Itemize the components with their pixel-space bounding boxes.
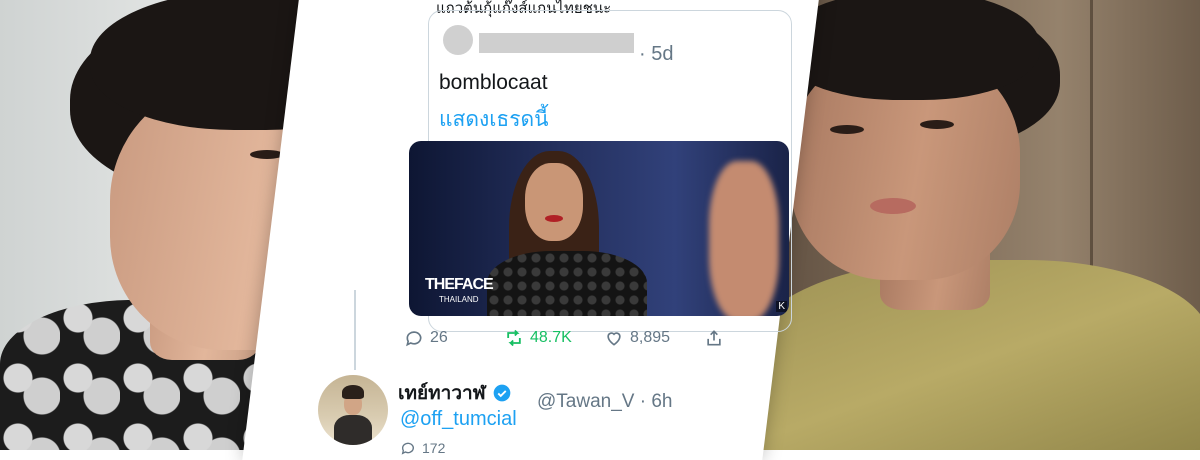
video-person-face (525, 163, 583, 241)
quoted-tweet[interactable]: · 5d bomblocaat แสดงเธรดนี้ THEFACE THAI… (409, 10, 792, 332)
like-button[interactable]: 8,895 (604, 328, 670, 348)
video-person-dress (487, 251, 647, 316)
quoted-timestamp: · 5d (639, 43, 674, 65)
thread-line (354, 290, 356, 370)
video-corner-mark: K (776, 301, 787, 312)
show-thread-link[interactable]: แสดงเธรดนี้ (439, 103, 549, 136)
redacted-username (479, 33, 634, 53)
tweet-content: แถวต้นกุ้แก๊งส์แกนไทยชนะ · 5d bomblocaat… (300, 0, 820, 456)
like-count: 8,895 (630, 329, 671, 346)
reply-icon (406, 331, 422, 347)
retweet-button[interactable]: 48.7K (504, 328, 572, 348)
verified-badge-icon (493, 384, 511, 402)
reply-name-text: เทย์ทาวาฬ (398, 383, 486, 404)
video-blurred-foreground (709, 161, 779, 316)
like-icon (607, 332, 621, 346)
reply-count: 26 (430, 329, 448, 346)
avatar-person-body (334, 415, 372, 445)
show-logo: THEFACE (425, 276, 494, 293)
quoted-text: bomblocaat (439, 71, 548, 94)
reply-icon (401, 442, 414, 455)
left-eye (830, 125, 864, 134)
tweet-actions: 26 48.7K 8,895 (404, 328, 734, 358)
show-logo-subtitle: THAILAND (439, 295, 479, 304)
reply-handle-time[interactable]: @Tawan_V · 6h (537, 391, 672, 413)
share-button[interactable] (704, 328, 724, 348)
right-eye (920, 120, 954, 129)
reply-reply-button[interactable]: 172 (400, 440, 445, 456)
quoted-avatar[interactable] (443, 25, 473, 55)
reply-reply-count: 172 (422, 440, 446, 456)
video-person-lips (545, 215, 563, 222)
retweet-count: 48.7K (530, 329, 572, 346)
reply-button[interactable]: 26 (404, 328, 448, 348)
quoted-video[interactable]: THEFACE THAILAND K (409, 141, 789, 316)
reply-display-name[interactable]: เทย์ทาวาฬ (398, 378, 512, 408)
share-icon (707, 330, 721, 346)
lips (870, 198, 916, 214)
reply-mention-link[interactable]: @off_tumcial (400, 408, 517, 431)
reply-avatar[interactable] (318, 375, 388, 445)
avatar-person-hair (342, 385, 364, 399)
retweet-icon (507, 329, 521, 347)
